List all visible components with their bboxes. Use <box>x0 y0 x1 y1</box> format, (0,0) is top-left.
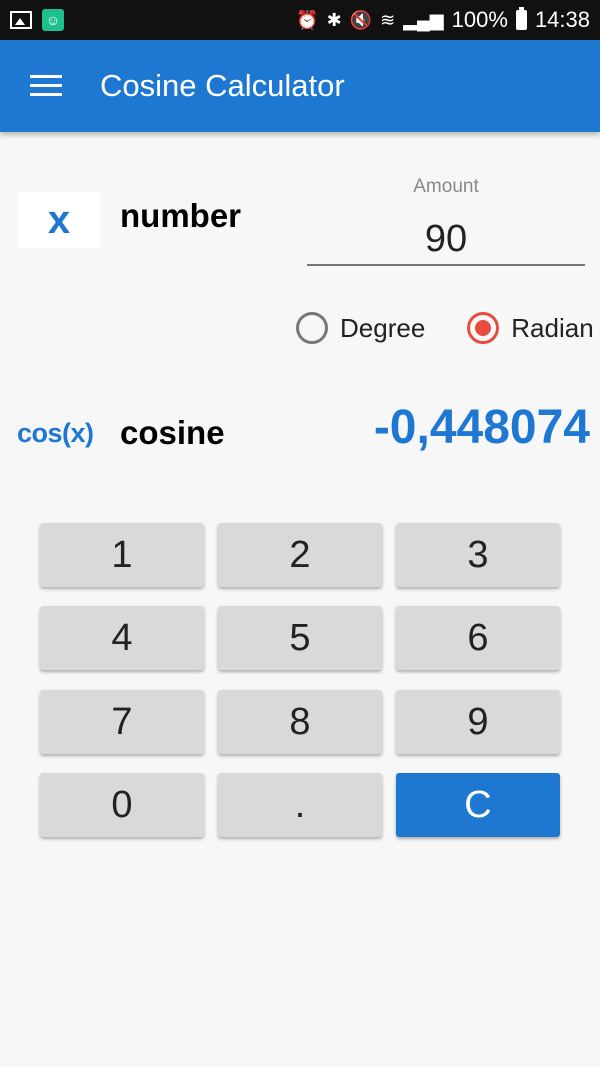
amount-caption: Amount <box>413 176 479 197</box>
result-value: -0,448074 <box>373 401 590 454</box>
mute-icon: 🔇 <box>349 9 373 30</box>
app-notification-icon: ☺ <box>42 9 64 31</box>
key-decimal[interactable]: . <box>218 773 382 837</box>
radian-radio[interactable] <box>467 312 500 344</box>
x-letter: x <box>47 197 71 242</box>
radian-option[interactable]: Radian <box>467 312 594 344</box>
unit-radio-group: Degree Radian <box>296 312 594 344</box>
alarm-icon: ⏰ <box>296 9 319 30</box>
key-6[interactable]: 6 <box>396 606 560 670</box>
degree-radio[interactable] <box>296 312 328 344</box>
key-7[interactable]: 7 <box>40 690 204 754</box>
battery-percent: 100% <box>451 7 508 32</box>
gallery-notification-icon <box>10 11 32 29</box>
output-label: cosine <box>120 414 225 451</box>
battery-icon <box>515 7 527 30</box>
key-5[interactable]: 5 <box>218 606 382 670</box>
app-title: Cosine Calculator <box>100 68 345 103</box>
key-1[interactable]: 1 <box>40 523 204 587</box>
menu-icon[interactable] <box>30 75 62 97</box>
key-8[interactable]: 8 <box>218 690 382 754</box>
key-3[interactable]: 3 <box>396 523 560 587</box>
radian-label: Radian <box>511 312 594 343</box>
degree-label: Degree <box>340 312 426 343</box>
cos-function-icon: cos(x) <box>17 418 94 448</box>
key-4[interactable]: 4 <box>40 606 204 670</box>
bluetooth-icon: ✱ <box>326 9 342 30</box>
x-variable-icon: x <box>18 192 100 248</box>
app-bar: Cosine Calculator <box>0 40 600 132</box>
clock: 14:38 <box>534 7 590 32</box>
degree-option[interactable]: Degree <box>296 312 425 344</box>
key-9[interactable]: 9 <box>396 690 560 754</box>
amount-input[interactable] <box>307 214 585 266</box>
signal-icon: ▂▄▆ <box>403 9 444 30</box>
key-2[interactable]: 2 <box>218 523 382 587</box>
wifi-icon: ≋ <box>380 9 396 30</box>
input-label: number <box>120 197 242 234</box>
key-clear[interactable]: C <box>396 773 560 837</box>
key-0[interactable]: 0 <box>40 773 204 837</box>
status-bar: ☺ ⏰ ✱ 🔇 ≋ ▂▄▆ 100% 14:38 <box>0 0 600 40</box>
